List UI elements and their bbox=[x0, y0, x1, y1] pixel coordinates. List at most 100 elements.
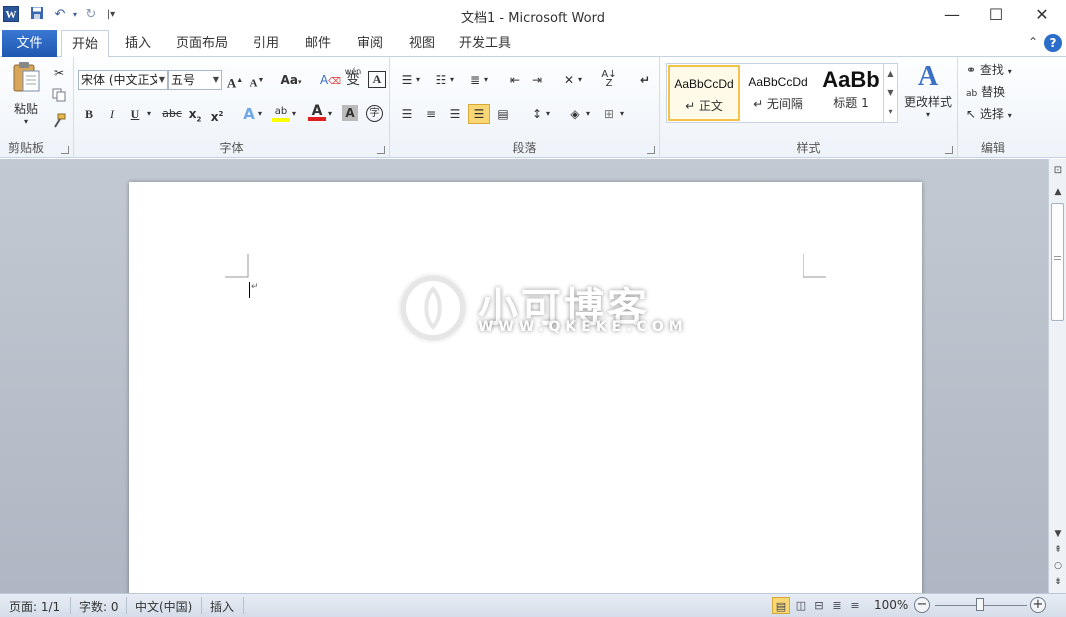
style-normal[interactable]: AaBbCcDd ↵ 正文 bbox=[668, 65, 740, 121]
help-icon[interactable]: ? bbox=[1044, 34, 1062, 52]
document-page[interactable]: ↵ 小可博客 WWW.QKEKE.COM bbox=[129, 182, 922, 602]
language-indicator[interactable]: 中文(中国) bbox=[135, 598, 192, 615]
select-button[interactable]: ↖ 选择 ▾ bbox=[966, 105, 1026, 123]
chinese-layout-dropdown-icon[interactable]: ▾ bbox=[576, 71, 584, 89]
character-border-icon[interactable]: A bbox=[368, 71, 386, 88]
decrease-indent-icon[interactable]: ⇤ bbox=[506, 71, 524, 89]
align-right-icon[interactable]: ☰ bbox=[446, 105, 464, 123]
tab-file[interactable]: 文件 bbox=[2, 30, 57, 57]
bold-icon[interactable]: B bbox=[80, 105, 98, 123]
character-shading-icon[interactable]: A bbox=[342, 105, 358, 121]
clipboard-launcher-icon[interactable] bbox=[61, 146, 69, 154]
style-heading-1[interactable]: AaBb 标题 1 bbox=[815, 65, 887, 121]
line-spacing-dropdown-icon[interactable]: ▾ bbox=[544, 105, 552, 123]
maximize-button[interactable]: ☐ bbox=[976, 3, 1016, 27]
tab-view[interactable]: 视图 bbox=[400, 30, 444, 57]
styles-launcher-icon[interactable] bbox=[945, 146, 953, 154]
strikethrough-icon[interactable]: abc bbox=[160, 105, 184, 123]
font-launcher-icon[interactable] bbox=[377, 146, 385, 154]
borders-dropdown-icon[interactable]: ▾ bbox=[618, 105, 626, 123]
previous-page-icon[interactable]: ⇞ bbox=[1049, 545, 1066, 555]
zoom-slider-thumb[interactable] bbox=[976, 598, 984, 611]
zoom-out-icon[interactable]: − bbox=[914, 597, 930, 613]
tab-review[interactable]: 审阅 bbox=[348, 30, 392, 57]
close-button[interactable]: ✕ bbox=[1022, 3, 1062, 27]
style-preview: AaBbCcDd bbox=[674, 77, 734, 91]
replace-button[interactable]: ab 替换 bbox=[966, 83, 1026, 101]
font-name-select[interactable]: 宋体 (中文正文 ▼ bbox=[78, 70, 168, 90]
next-page-icon[interactable]: ⇟ bbox=[1049, 577, 1066, 587]
tab-mailings[interactable]: 邮件 bbox=[296, 30, 340, 57]
ruler-toggle-icon[interactable]: ⊡ bbox=[1049, 165, 1066, 176]
change-case-button[interactable]: Aa▾ bbox=[278, 71, 304, 89]
tab-page-layout[interactable]: 页面布局 bbox=[170, 30, 234, 57]
shrink-font-icon[interactable]: A▼ bbox=[248, 71, 266, 90]
subscript-icon[interactable]: x2 bbox=[186, 105, 204, 123]
borders-icon[interactable]: ⊞ bbox=[600, 105, 618, 123]
font-color-dropdown-icon[interactable]: ▾ bbox=[326, 105, 334, 123]
change-styles-button[interactable]: A 更改样式 ▾ bbox=[902, 61, 954, 133]
sort-icon[interactable]: A↓ Z bbox=[600, 70, 618, 89]
highlight-dropdown-icon[interactable]: ▾ bbox=[290, 105, 298, 123]
insert-mode-indicator[interactable]: 插入 bbox=[210, 598, 234, 615]
web-layout-icon[interactable]: ⊟ bbox=[810, 597, 828, 614]
tab-references[interactable]: 引用 bbox=[244, 30, 288, 57]
vertical-scrollbar[interactable]: ⊡ ▲ ▼ ⇞ ○ ⇟ bbox=[1048, 159, 1066, 593]
clear-formatting-icon[interactable]: A⌫ bbox=[320, 71, 341, 89]
bullets-dropdown-icon[interactable]: ▾ bbox=[414, 71, 422, 89]
tab-home[interactable]: 开始 bbox=[61, 30, 109, 58]
chevron-down-icon[interactable]: ▼ bbox=[884, 83, 897, 102]
align-center-icon[interactable]: ≡ bbox=[422, 105, 440, 123]
tab-insert[interactable]: 插入 bbox=[116, 30, 160, 57]
scroll-thumb[interactable] bbox=[1051, 203, 1064, 321]
status-bar: 页面: 1/1 字数: 0 中文(中国) 插入 ▤ ◫ ⊟ ≣ ≡ 100% −… bbox=[0, 593, 1066, 617]
draft-view-icon[interactable]: ≡ bbox=[846, 597, 864, 614]
superscript-icon[interactable]: x2 bbox=[208, 105, 226, 124]
minimize-button[interactable]: — bbox=[932, 3, 972, 27]
increase-indent-icon[interactable]: ⇥ bbox=[528, 71, 546, 89]
print-layout-view-icon[interactable]: ▤ bbox=[772, 597, 790, 614]
scroll-down-icon[interactable]: ▼ bbox=[1049, 529, 1066, 539]
numbering-dropdown-icon[interactable]: ▾ bbox=[448, 71, 456, 89]
underline-dropdown-icon[interactable]: ▾ bbox=[144, 105, 154, 123]
underline-icon[interactable]: U bbox=[126, 105, 144, 123]
align-left-icon[interactable]: ☰ bbox=[398, 105, 416, 123]
scroll-up-icon[interactable]: ▲ bbox=[1049, 187, 1066, 197]
enclose-characters-icon[interactable]: 字 bbox=[366, 105, 383, 122]
zoom-in-icon[interactable]: + bbox=[1030, 597, 1046, 613]
title-bar: W ↶ ▾ ↻ |▾ 文档1 - Microsoft Word — ☐ ✕ bbox=[0, 0, 1066, 30]
chevron-up-icon[interactable]: ▲ bbox=[884, 64, 897, 83]
multilevel-dropdown-icon[interactable]: ▾ bbox=[482, 71, 490, 89]
tab-developer[interactable]: 开发工具 bbox=[452, 30, 518, 57]
style-name: ↵ 正文 bbox=[685, 99, 723, 113]
collapse-ribbon-icon[interactable]: ⌃ bbox=[1028, 35, 1038, 49]
zoom-level[interactable]: 100% bbox=[874, 598, 908, 612]
copy-icon[interactable] bbox=[50, 88, 68, 106]
cut-icon[interactable]: ✂ bbox=[50, 64, 68, 82]
grow-font-icon[interactable]: A▲ bbox=[226, 71, 244, 90]
italic-icon[interactable]: I bbox=[103, 105, 121, 123]
outline-view-icon[interactable]: ≣ bbox=[828, 597, 846, 614]
highlight-icon[interactable]: ab bbox=[272, 103, 290, 122]
paste-button[interactable]: 粘贴 ▾ bbox=[6, 61, 46, 131]
word-count[interactable]: 字数: 0 bbox=[79, 598, 119, 615]
format-painter-icon[interactable] bbox=[50, 113, 68, 131]
style-gallery-scroll[interactable]: ▲ ▼ ▾ bbox=[883, 64, 897, 122]
font-name-value: 宋体 (中文正文 bbox=[81, 73, 157, 87]
paragraph-launcher-icon[interactable] bbox=[647, 146, 655, 154]
justify-icon[interactable]: ☰ bbox=[468, 104, 490, 124]
font-color-icon[interactable]: A bbox=[308, 102, 326, 121]
page-count[interactable]: 页面: 1/1 bbox=[9, 598, 60, 615]
shading-dropdown-icon[interactable]: ▾ bbox=[584, 105, 592, 123]
shading-icon[interactable]: ◈ bbox=[566, 105, 584, 123]
show-formatting-marks-icon[interactable]: ↵ bbox=[636, 71, 654, 89]
style-no-spacing[interactable]: AaBbCcDd ↵ 无间隔 bbox=[742, 65, 814, 121]
phonetic-guide-button[interactable]: wén 变 bbox=[344, 67, 362, 89]
more-styles-icon[interactable]: ▾ bbox=[884, 102, 897, 121]
select-browse-object-icon[interactable]: ○ bbox=[1049, 561, 1066, 571]
font-size-select[interactable]: 五号 ▼ bbox=[168, 70, 222, 90]
text-effects-dropdown-icon[interactable]: ▾ bbox=[256, 105, 264, 123]
full-screen-reading-icon[interactable]: ◫ bbox=[792, 597, 810, 614]
distributed-icon[interactable]: ▤ bbox=[494, 105, 512, 123]
find-button[interactable]: ⚭ 查找 ▾ bbox=[966, 61, 1026, 79]
